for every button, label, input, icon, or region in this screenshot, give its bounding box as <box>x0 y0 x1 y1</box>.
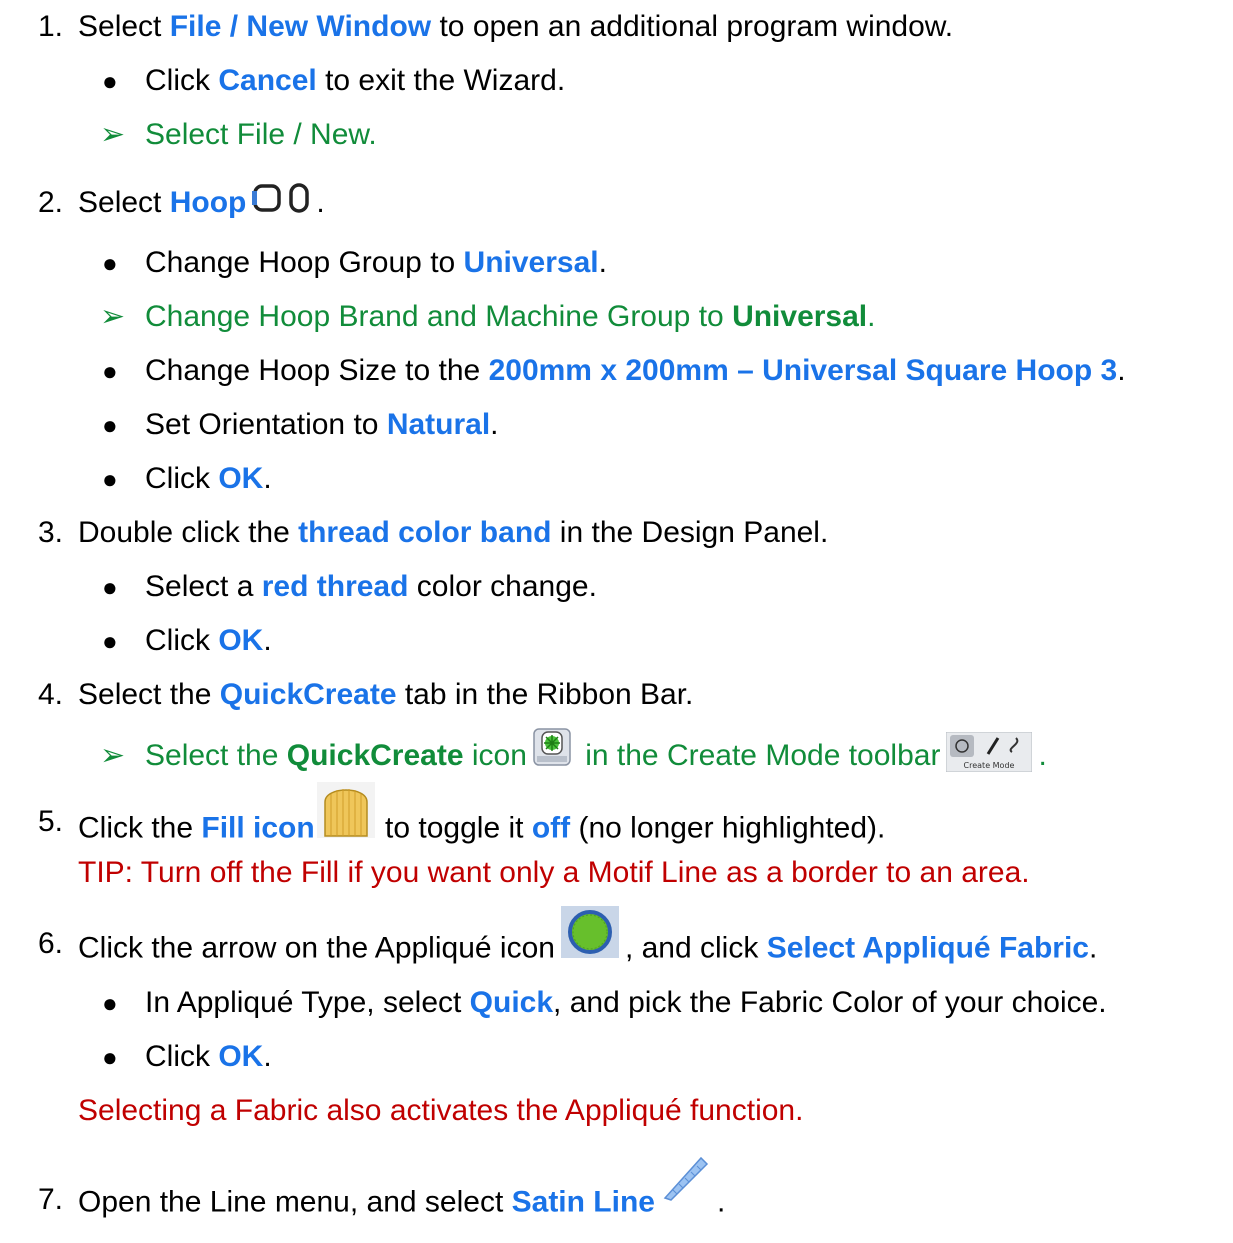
text: . <box>598 246 607 279</box>
text: Select a <box>145 570 262 603</box>
highlight: off <box>531 811 571 845</box>
step-number: 1. <box>38 10 64 43</box>
text: In Appliqué Type, select <box>145 986 470 1019</box>
text: Select <box>78 186 170 219</box>
bullet-icon: ● <box>102 410 118 440</box>
highlight: Universal <box>732 300 868 333</box>
text: to open an additional program window. <box>431 10 954 43</box>
text: , and click <box>624 931 767 965</box>
text: Select the <box>78 678 220 711</box>
highlight: Satin Line <box>511 1185 655 1219</box>
highlight: Cancel <box>218 64 317 97</box>
text: Click <box>145 462 219 495</box>
text: . <box>263 1040 272 1073</box>
arrow-bullet-icon: ➢ <box>100 118 126 151</box>
text: in the Design Panel. <box>551 516 829 549</box>
highlight: Hoop <box>169 186 247 219</box>
text: . <box>263 624 272 657</box>
bullet-icon: ● <box>102 572 118 602</box>
text: Click the arrow on the Appliqué icon <box>78 931 555 965</box>
bullet-icon: ● <box>102 626 118 656</box>
bullet-icon: ● <box>102 1042 118 1072</box>
step-number: 4. <box>38 678 64 711</box>
text: to toggle it <box>376 811 532 845</box>
text: to exit the Wizard. <box>316 64 566 97</box>
highlight: Universal <box>463 246 599 279</box>
text: icon <box>463 739 527 772</box>
create-mode-toolbar-icon: Create Mode <box>945 731 1033 773</box>
text: tab in the Ribbon Bar. <box>396 678 694 711</box>
step-number: 3. <box>38 516 64 549</box>
quickcreate-icon <box>533 725 571 789</box>
tip-text: TIP: Turn off the Fill if you want only … <box>78 856 1030 889</box>
highlight: Select Appliqué Fabric <box>766 931 1089 965</box>
step-number: 7. <box>38 1183 64 1216</box>
text: . <box>716 1185 726 1219</box>
text: . <box>490 408 499 441</box>
bullet-icon: ● <box>102 988 118 1018</box>
highlight: OK <box>218 1040 264 1073</box>
text: . <box>1088 931 1098 965</box>
text: Change Hoop Brand and Machine Group to <box>145 300 733 333</box>
satin-line-icon <box>661 1156 711 1223</box>
bullet-icon: ● <box>102 356 118 386</box>
text: Change Hoop Group to <box>145 246 464 279</box>
hoop-square-icon <box>252 177 282 231</box>
text: Select <box>78 10 170 43</box>
applique-icon <box>560 906 619 981</box>
step-number: 5. <box>38 805 64 838</box>
text: Set Orientation to <box>145 408 387 441</box>
bullet-icon: ● <box>102 248 118 278</box>
highlight: OK <box>218 624 264 657</box>
bullet-icon: ● <box>102 464 118 494</box>
text: Click <box>145 1040 219 1073</box>
text: Open the Line menu, and select <box>78 1185 512 1219</box>
text: Click <box>145 64 219 97</box>
highlight: QuickCreate <box>286 739 464 772</box>
highlight: Fill icon <box>201 811 315 845</box>
text: . <box>316 186 325 219</box>
step-number: 2. <box>38 186 64 219</box>
text: . <box>867 300 876 333</box>
highlight: Quick <box>469 986 554 1019</box>
highlight: Natural <box>386 408 491 441</box>
text: , and pick the Fabric Color of your choi… <box>553 986 1107 1019</box>
highlight: File / New Window <box>169 10 432 43</box>
highlight: 200mm x 200mm – Universal Square Hoop 3 <box>488 354 1118 387</box>
text: Click <box>145 624 219 657</box>
text: . <box>1038 739 1047 772</box>
text: color change. <box>408 570 597 603</box>
text: in the Create Mode toolbar <box>576 739 941 772</box>
toolbar-label: Create Mode <box>964 761 1015 770</box>
highlight: QuickCreate <box>219 678 397 711</box>
text: . <box>263 462 272 495</box>
text: (no longer highlighted). <box>570 811 886 845</box>
highlight: red thread <box>261 570 409 603</box>
text: Select File / New. <box>145 118 377 151</box>
text: . <box>1117 354 1126 387</box>
note-text: Selecting a Fabric also activates the Ap… <box>78 1094 804 1127</box>
arrow-bullet-icon: ➢ <box>100 300 126 333</box>
text: Double click the <box>78 516 299 549</box>
highlight: thread color band <box>298 516 552 549</box>
arrow-bullet-icon: ➢ <box>100 739 126 772</box>
hoop-oval-icon <box>288 177 310 231</box>
bullet-icon: ● <box>102 66 118 96</box>
instructions-document: 1. Select File / New Window to open an a… <box>0 0 1233 1243</box>
text: Select the <box>145 739 287 772</box>
text: Click the <box>78 811 202 845</box>
highlight: OK <box>218 462 264 495</box>
step-number: 6. <box>38 927 64 960</box>
text: Change Hoop Size to the <box>145 354 489 387</box>
